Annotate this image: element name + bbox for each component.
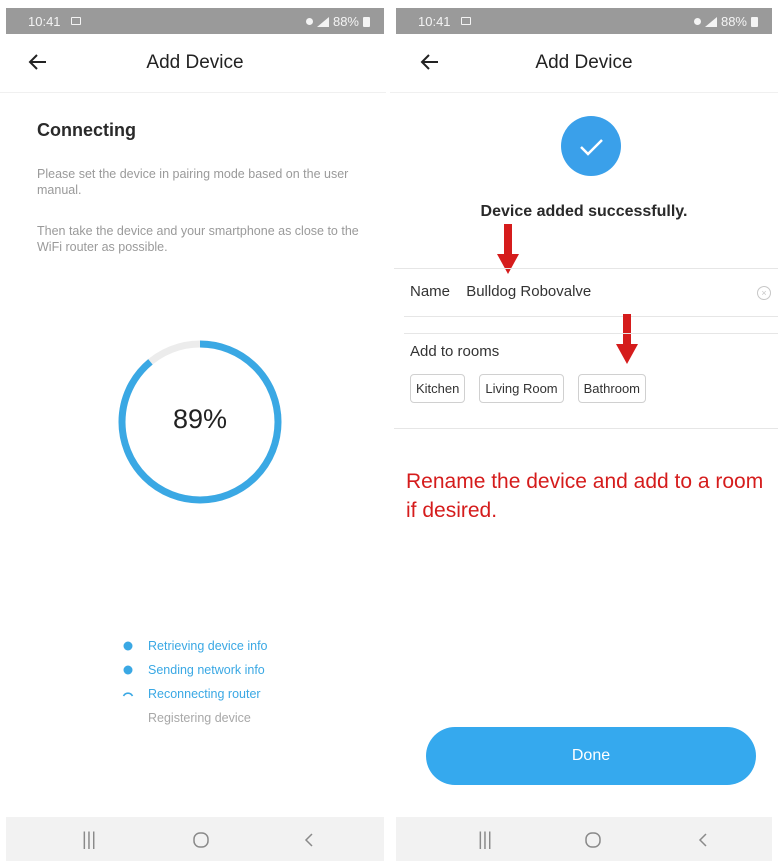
status-bar: 10:41 88%	[6, 8, 384, 34]
back-icon[interactable]	[302, 831, 316, 849]
image-notification-icon	[71, 17, 81, 25]
name-input[interactable]: Bulldog Robovalve	[466, 283, 591, 300]
success-check	[561, 116, 621, 176]
image-notification-icon	[461, 17, 471, 25]
room-chips: Kitchen Living Room Bathroom	[410, 374, 647, 403]
room-chip-living-room[interactable]: Living Room	[479, 374, 564, 403]
divider	[394, 428, 778, 429]
loading-spinner-icon	[122, 692, 134, 697]
instruction-text: Then take the device and your smartphone…	[37, 224, 359, 254]
check-icon	[580, 139, 603, 156]
room-chip-bathroom[interactable]: Bathroom	[577, 374, 647, 403]
battery-icon	[751, 16, 758, 27]
step-item: Sending network info	[122, 658, 268, 682]
step-label: Registering device	[148, 711, 251, 725]
divider	[394, 268, 778, 269]
status-indicators: 88%	[305, 14, 370, 29]
step-item: Reconnecting router	[122, 682, 268, 706]
step-item: Retrieving device info	[122, 634, 268, 658]
connection-steps: Retrieving device info Sending network i…	[122, 634, 268, 730]
system-nav-bar: |||	[6, 817, 384, 861]
recent-apps-icon[interactable]: |||	[478, 829, 492, 850]
back-icon[interactable]	[696, 831, 710, 849]
alarm-icon	[305, 18, 313, 25]
page-title: Add Device	[535, 52, 633, 73]
red-arrow-icon	[616, 314, 638, 364]
status-time: 10:41	[418, 14, 451, 29]
step-label: Retrieving device info	[148, 639, 268, 653]
step-pending-icon	[122, 712, 134, 724]
divider	[404, 316, 778, 317]
system-nav-bar: |||	[396, 817, 772, 861]
status-bar: 10:41 88%	[396, 8, 772, 34]
name-field[interactable]: Name Bulldog Robovalve	[410, 283, 591, 300]
app-header: Add Device	[0, 34, 390, 93]
battery-percent: 88%	[720, 14, 747, 29]
connecting-screen: 10:41 88% Add Device Connecting Please s…	[0, 0, 390, 861]
success-message: Device added successfully.	[480, 203, 688, 220]
progress-ring: 89%	[116, 338, 284, 506]
room-chip-kitchen[interactable]: Kitchen	[410, 374, 466, 403]
wifi-signal-icon	[704, 16, 717, 27]
divider	[404, 333, 778, 334]
progress-percent: 89%	[172, 404, 228, 434]
annotation-text: Rename the device and add to a room if d…	[406, 470, 764, 522]
alarm-icon	[693, 18, 701, 25]
instruction-text: Please set the device in pairing mode ba…	[37, 167, 349, 197]
connecting-heading: Connecting	[37, 120, 136, 140]
clear-icon[interactable]: ×	[757, 286, 771, 300]
rooms-label: Add to rooms	[410, 343, 500, 360]
name-label: Name	[410, 283, 451, 300]
device-added-screen: 10:41 88% Add Device Device added succes…	[390, 0, 778, 861]
home-icon[interactable]	[192, 831, 210, 849]
step-done-icon	[123, 641, 133, 651]
signal-icon	[316, 16, 329, 27]
home-icon[interactable]	[584, 831, 602, 849]
recent-apps-icon[interactable]: |||	[82, 829, 96, 850]
app-header: Add Device	[390, 34, 778, 93]
status-indicators: 88%	[693, 14, 758, 29]
step-label: Reconnecting router	[148, 687, 261, 701]
done-button[interactable]: Done	[426, 727, 756, 785]
step-label: Sending network info	[148, 663, 265, 677]
status-time: 10:41	[28, 14, 61, 29]
step-item: Registering device	[122, 706, 268, 730]
battery-icon	[363, 16, 370, 27]
page-title: Add Device	[146, 52, 244, 73]
step-done-icon	[123, 665, 133, 675]
battery-percent: 88%	[332, 14, 359, 29]
